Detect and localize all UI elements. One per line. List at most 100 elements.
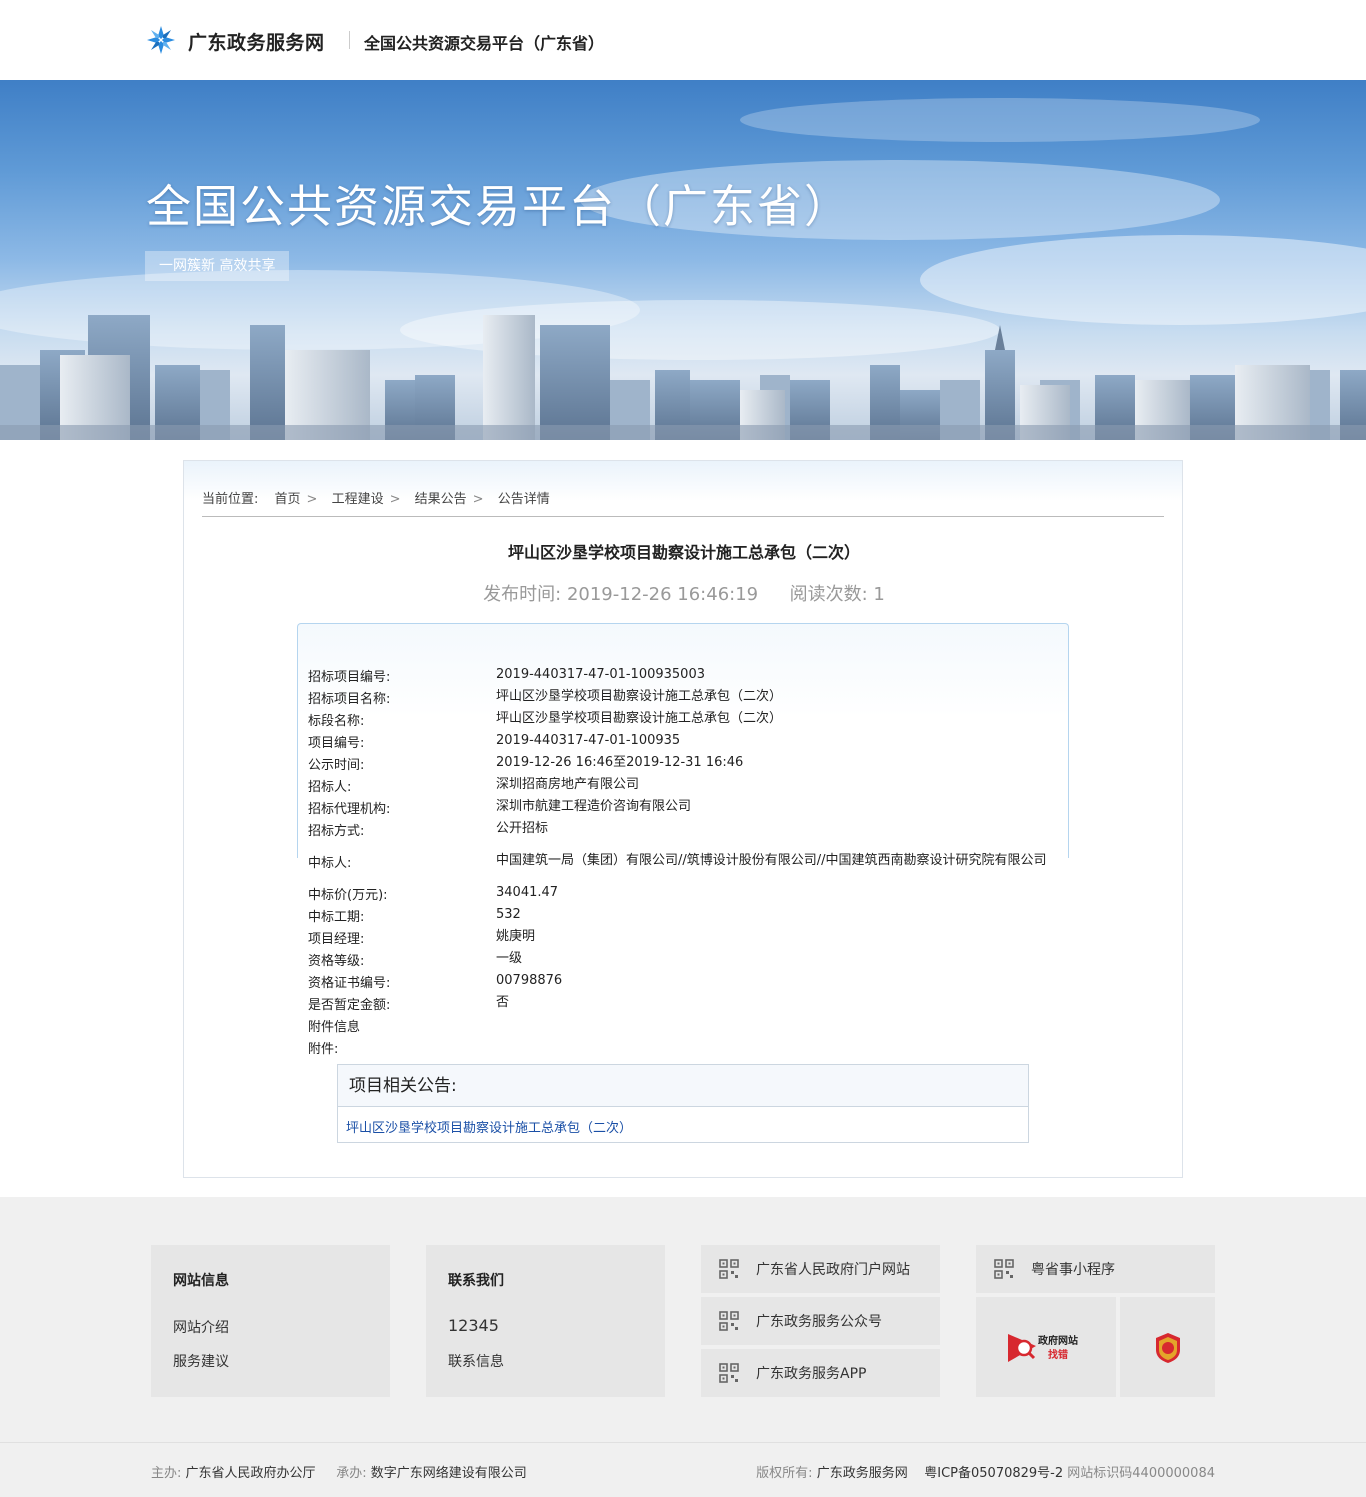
organizer-label: 承办: <box>336 1466 367 1481</box>
badge-text: 找错 <box>1048 1348 1068 1361</box>
icp-link[interactable]: 粤ICP备05070829号-2 <box>924 1466 1063 1481</box>
contact-heading: 联系我们 <box>448 1273 504 1289</box>
field-label: 项目编号: <box>308 735 365 751</box>
qr-link-wechat[interactable]: 广东政务服务公众号 <box>701 1297 940 1345</box>
field-value: 深圳市航建工程造价咨询有限公司 <box>496 799 692 814</box>
footer-sponsors: 主办: 广东省人民政府办公厅 承办: 数字广东网络建设有限公司 <box>151 1462 527 1481</box>
site-header: 广东政务服务网 全国公共资源交易平台（广东省） <box>0 0 1366 80</box>
field-value: 坪山区沙垦学校项目勘察设计施工总承包（二次） <box>496 689 783 704</box>
qr-link-app[interactable]: 广东政务服务APP <box>701 1349 940 1397</box>
breadcrumb-item-construction[interactable]: 工程建设 <box>332 492 384 507</box>
qr-link-mini-program[interactable]: 粤省事小程序 <box>976 1245 1215 1293</box>
breadcrumb-item-results[interactable]: 结果公告 <box>415 492 467 507</box>
copyright-owner: 广东政务服务网 <box>816 1466 908 1481</box>
notice-title: 坪山区沙垦学校项目勘察设计施工总承包（二次） <box>507 543 860 562</box>
field-label: 资格证书编号: <box>308 975 391 991</box>
service-suggest-link[interactable]: 服务建议 <box>173 1351 229 1371</box>
qr-code-icon <box>994 1259 1014 1279</box>
field-label: 中标工期: <box>308 909 365 925</box>
notice-panel: 当前位置: 首页 > 工程建设 > 结果公告 > 公告详情 坪山区沙垦学校项目勘察设计… <box>183 460 1183 1178</box>
field-row: 中标人: 中国建筑一局（集团）有限公司//筑博设计股份有限公司//中国建筑西南勘察… <box>308 840 1068 882</box>
related-notice-link[interactable]: 坪山区沙垦学校项目勘察设计施工总承包（二次） <box>346 1121 632 1136</box>
field-value: 深圳招商房地产有限公司 <box>496 777 640 792</box>
field-row: 招标人: 深圳招商房地产有限公司 <box>308 774 1068 796</box>
breadcrumb-separator: > <box>306 492 318 507</box>
breadcrumb-separator: > <box>389 492 401 507</box>
site-intro-link[interactable]: 网站介绍 <box>173 1317 229 1337</box>
field-label: 招标项目名称: <box>308 691 391 707</box>
field-label: 附件信息 <box>308 1019 361 1035</box>
field-row: 中标价(万元): 34041.47 <box>308 882 1068 904</box>
contact-box: 联系我们 12345 联系信息 <box>426 1245 665 1397</box>
publish-time: 2019-12-26 16:46:19 <box>566 584 759 605</box>
site-info-heading: 网站信息 <box>173 1273 229 1289</box>
field-label: 是否暂定金额: <box>308 997 391 1013</box>
field-row: 中标工期: 532 <box>308 904 1068 926</box>
breadcrumb-separator: > <box>472 492 484 507</box>
field-label: 招标代理机构: <box>308 801 391 817</box>
breadcrumb-item-home[interactable]: 首页 <box>275 492 301 507</box>
field-row: 项目编号: 2019-440317-47-01-100935 <box>308 730 1068 752</box>
field-value: 532 <box>496 907 521 922</box>
banner-title: 全国公共资源交易平台（广东省） <box>146 180 852 233</box>
field-value: 公开招标 <box>496 821 549 836</box>
site-code: 网站标识码4400000084 <box>1067 1466 1215 1481</box>
field-row: 招标方式: 公开招标 <box>308 818 1068 840</box>
field-row: 附件: <box>308 1036 1068 1058</box>
contact-phone: 12345 <box>448 1316 499 1335</box>
field-value: 一级 <box>496 951 523 966</box>
reads-count: 1 <box>873 584 885 605</box>
reads-label: 阅读次数: <box>789 584 868 605</box>
field-row: 公示时间: 2019-12-26 16:46至2019-12-31 16:46 <box>308 752 1068 774</box>
field-label: 招标项目编号: <box>308 669 391 685</box>
contact-info-link[interactable]: 联系信息 <box>448 1351 504 1371</box>
copyright-label: 版权所有: <box>756 1466 813 1481</box>
badge-text: 政府网站 <box>1038 1334 1078 1347</box>
field-label: 资格等级: <box>308 953 365 969</box>
qr-link-label: 广东省人民政府门户网站 <box>756 1262 910 1278</box>
breadcrumb-prefix: 当前位置: <box>202 492 259 507</box>
sponsor-name: 广东省人民政府办公厅 <box>185 1466 316 1481</box>
qr-link-portal[interactable]: 广东省人民政府门户网站 <box>701 1245 940 1293</box>
site-info-box: 网站信息 网站介绍 服务建议 <box>151 1245 390 1397</box>
qr-link-label: 广东政务服务公众号 <box>756 1314 882 1330</box>
qr-link-label: 广东政务服务APP <box>756 1366 867 1382</box>
gov-site-error-badge[interactable]: 政府网站 找错 <box>976 1297 1116 1397</box>
field-row: 招标代理机构: 深圳市航建工程造价咨询有限公司 <box>308 796 1068 818</box>
field-value: 2019-440317-47-01-100935003 <box>496 667 705 682</box>
hero-banner: 全国公共资源交易平台（广东省） 一网簇新 高效共享 <box>0 80 1366 440</box>
organizer-name: 数字广东网络建设有限公司 <box>370 1466 527 1481</box>
field-row: 招标项目名称: 坪山区沙垦学校项目勘察设计施工总承包（二次） <box>308 686 1068 708</box>
breadcrumb-item-detail[interactable]: 公告详情 <box>498 492 550 507</box>
field-value: 姚庚明 <box>496 929 536 944</box>
field-value: 2019-12-26 16:46至2019-12-31 16:46 <box>496 755 744 770</box>
sponsor-label: 主办: <box>151 1466 182 1481</box>
breadcrumb: 当前位置: 首页 > 工程建设 > 结果公告 > 公告详情 <box>202 488 556 507</box>
field-value: 坪山区沙垦学校项目勘察设计施工总承包（二次） <box>496 711 783 726</box>
guangdong-logo-icon[interactable] <box>145 24 177 56</box>
field-label: 附件: <box>308 1041 339 1057</box>
field-label: 项目经理: <box>308 931 365 947</box>
field-value: 中国建筑一局（集团）有限公司//筑博设计股份有限公司//中国建筑西南勘察设计研究… <box>496 853 1047 868</box>
field-row: 资格等级: 一级 <box>308 948 1068 970</box>
field-label: 标段名称: <box>308 713 365 729</box>
brand-name[interactable]: 广东政务服务网 <box>188 28 325 55</box>
banner-tagline: 一网簇新 高效共享 <box>145 251 290 281</box>
qr-code-icon <box>719 1311 739 1331</box>
footer-copyright: 版权所有: 广东政务服务网 粤ICP备05070829号-2 网站标识码4400… <box>756 1462 1215 1481</box>
field-label: 招标人: <box>308 779 352 795</box>
field-value: 34041.47 <box>496 885 559 900</box>
field-value: 2019-440317-47-01-100935 <box>496 733 681 748</box>
publish-label: 发布时间: <box>483 584 562 605</box>
breadcrumb-divider <box>202 516 1164 517</box>
field-row: 附件信息 <box>308 1014 1068 1036</box>
field-row: 招标项目编号: 2019-440317-47-01-100935003 <box>308 664 1068 686</box>
field-label: 中标人: <box>308 855 352 871</box>
platform-name[interactable]: 全国公共资源交易平台（广东省） <box>364 30 604 54</box>
field-value: 00798876 <box>496 973 563 988</box>
field-row: 标段名称: 坪山区沙垦学校项目勘察设计施工总承包（二次） <box>308 708 1068 730</box>
notice-meta: 发布时间: 2019-12-26 16:46:19 阅读次数: 1 <box>184 580 1184 606</box>
party-badge[interactable] <box>1120 1297 1215 1397</box>
field-row: 是否暂定金额: 否 <box>308 992 1068 1014</box>
notice-fields: 招标项目编号: 2019-440317-47-01-100935003 招标项目名… <box>308 664 1068 1058</box>
